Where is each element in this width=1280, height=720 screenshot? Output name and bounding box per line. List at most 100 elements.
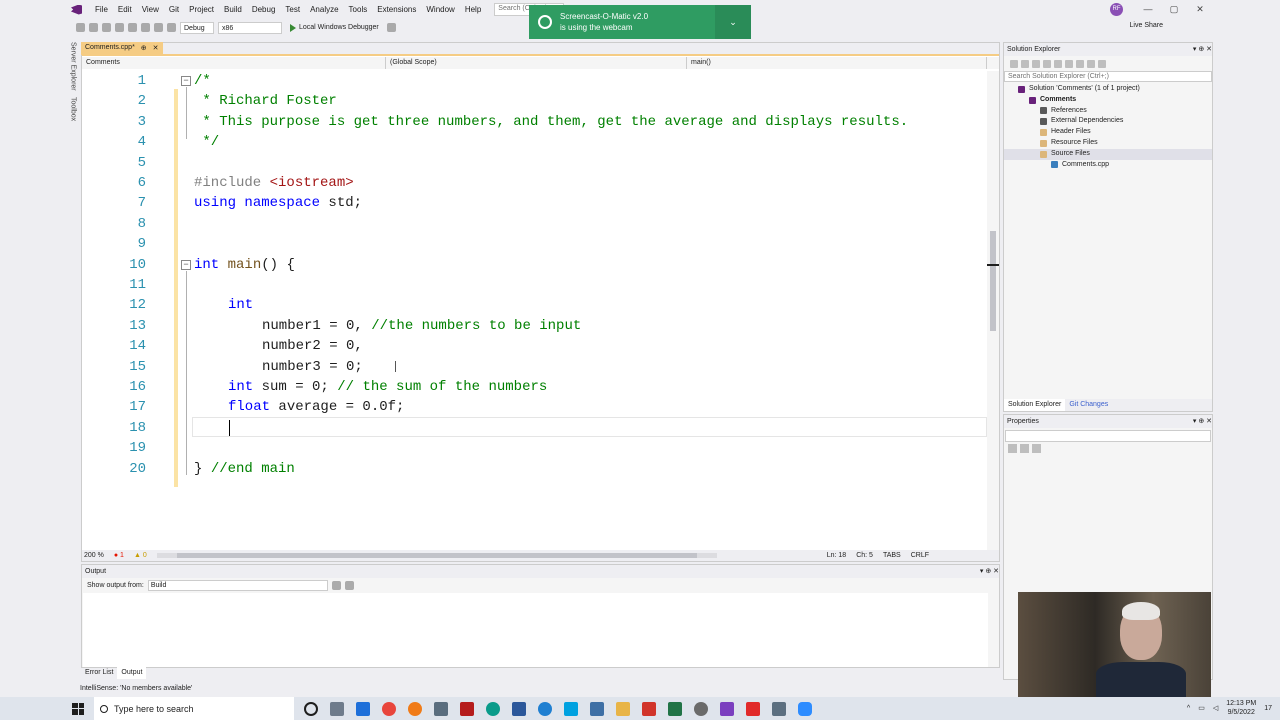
- pin-icon[interactable]: ⊕: [141, 44, 147, 53]
- categorized-icon[interactable]: [1008, 444, 1017, 453]
- editor-vertical-scrollbar[interactable]: [987, 71, 999, 551]
- menu-edit[interactable]: Edit: [113, 0, 137, 19]
- snipping-tool-icon[interactable]: [434, 701, 448, 716]
- tree-item[interactable]: Source Files: [1004, 148, 1212, 160]
- property-pages-icon[interactable]: [1032, 444, 1041, 453]
- calculator-icon[interactable]: [772, 701, 786, 716]
- menu-analyze[interactable]: Analyze: [305, 0, 343, 19]
- switch-views-icon[interactable]: [1043, 59, 1051, 68]
- maximize-button[interactable]: ▢: [1161, 0, 1187, 19]
- home-icon[interactable]: [1032, 59, 1040, 68]
- sync-icon[interactable]: [1054, 59, 1062, 68]
- properties-icon[interactable]: [1087, 59, 1095, 68]
- clock[interactable]: 12:13 PM 9/5/2022: [1226, 699, 1256, 717]
- store-icon[interactable]: [564, 701, 578, 716]
- live-share-button[interactable]: Live Share: [1130, 22, 1163, 29]
- cortana-icon[interactable]: [304, 701, 318, 716]
- acrobat-icon[interactable]: [746, 701, 760, 716]
- menu-window[interactable]: Window: [421, 0, 459, 19]
- menu-file[interactable]: File: [90, 0, 113, 19]
- expand-notification-button[interactable]: ⌄: [715, 5, 751, 39]
- panel-controls[interactable]: ▾ ⊕ ✕: [1193, 415, 1212, 428]
- tree-item[interactable]: References: [1004, 106, 1212, 117]
- user-avatar[interactable]: RF: [1110, 3, 1123, 16]
- forward-icon[interactable]: [1021, 59, 1029, 68]
- tab-solution-explorer[interactable]: Solution Explorer: [1004, 399, 1066, 411]
- excel-icon[interactable]: [668, 701, 682, 716]
- forward-icon[interactable]: [89, 23, 98, 32]
- chrome-icon[interactable]: [382, 701, 396, 716]
- zoom-icon[interactable]: [798, 701, 812, 716]
- back-icon[interactable]: [1010, 59, 1018, 68]
- network-icon[interactable]: ▭: [1198, 704, 1205, 712]
- menu-help[interactable]: Help: [460, 0, 486, 19]
- camera-icon[interactable]: [386, 23, 396, 32]
- properties-object-dropdown[interactable]: [1005, 430, 1211, 442]
- taskbar-search[interactable]: Type here to search: [94, 697, 294, 720]
- menu-view[interactable]: View: [137, 0, 164, 19]
- dreamweaver-icon[interactable]: [460, 701, 474, 716]
- warning-count-badge[interactable]: ▲ 0: [134, 552, 147, 559]
- vs-code-icon[interactable]: [590, 701, 604, 716]
- close-tab-icon[interactable]: ✕: [153, 44, 159, 53]
- menu-tools[interactable]: Tools: [344, 0, 373, 19]
- menu-test[interactable]: Test: [280, 0, 305, 19]
- solution-search-input[interactable]: Search Solution Explorer (Ctrl+;): [1004, 71, 1212, 82]
- menu-project[interactable]: Project: [184, 0, 219, 19]
- scrollbar-thumb[interactable]: [990, 231, 996, 331]
- configuration-select[interactable]: Debug: [180, 21, 214, 34]
- back-icon[interactable]: [76, 23, 85, 32]
- volume-icon[interactable]: ◁: [1213, 704, 1218, 712]
- collapse-comment-icon[interactable]: −: [181, 76, 191, 86]
- start-button-icon[interactable]: [72, 702, 84, 715]
- document-tab-comments-cpp[interactable]: Comments.cpp* ⊕ ✕: [81, 42, 163, 55]
- ie-icon[interactable]: [538, 701, 552, 716]
- zoom-level[interactable]: 200 %: [84, 552, 104, 559]
- editor-horizontal-scrollbar[interactable]: [156, 553, 717, 558]
- save-all-icon[interactable]: [141, 23, 150, 32]
- undo-icon[interactable]: [154, 23, 163, 32]
- open-file-icon[interactable]: [115, 23, 124, 32]
- collapse-main-icon[interactable]: −: [181, 260, 191, 270]
- tab-git-changes[interactable]: Git Changes: [1065, 399, 1112, 411]
- show-all-files-icon[interactable]: [1076, 59, 1084, 68]
- member-dropdown[interactable]: main(): [687, 57, 987, 69]
- tree-item[interactable]: Header Files: [1004, 127, 1212, 138]
- scope-dropdown[interactable]: (Global Scope): [386, 57, 687, 69]
- toolbox-tab[interactable]: Toolbox: [70, 97, 77, 121]
- server-explorer-tab[interactable]: Server Explorer: [70, 42, 77, 91]
- line-ending-indicator[interactable]: CRLF: [911, 552, 929, 559]
- project-dropdown[interactable]: Comments: [82, 57, 386, 69]
- output-text-area[interactable]: [83, 593, 988, 667]
- tabs-indicator[interactable]: TABS: [883, 552, 901, 559]
- tree-item[interactable]: Resource Files: [1004, 138, 1212, 149]
- visual-studio-icon[interactable]: [720, 701, 734, 716]
- tree-item[interactable]: Solution 'Comments' (1 of 1 project): [1004, 84, 1212, 95]
- tab-output[interactable]: Output: [117, 667, 147, 679]
- start-debugging-button[interactable]: Local Windows Debugger: [286, 23, 383, 32]
- tab-error-list[interactable]: Error List: [81, 667, 117, 679]
- code-area[interactable]: 1 2 3 4 5 6 7 8 9 10 11 12 13 14 15 16 1…: [82, 71, 987, 551]
- alphabetical-icon[interactable]: [1020, 444, 1029, 453]
- edge-icon[interactable]: [486, 701, 500, 716]
- error-count-badge[interactable]: ● 1: [114, 552, 124, 559]
- collapse-all-icon[interactable]: [1065, 59, 1073, 68]
- menu-extensions[interactable]: Extensions: [372, 0, 421, 19]
- notification-center-icon[interactable]: 17: [1264, 705, 1272, 712]
- minimize-button[interactable]: —: [1135, 0, 1161, 19]
- menu-git[interactable]: Git: [164, 0, 184, 19]
- output-source-select[interactable]: Build: [147, 579, 328, 591]
- new-project-icon[interactable]: [102, 23, 111, 32]
- settings-icon[interactable]: [694, 701, 708, 716]
- tree-item[interactable]: Comments: [1004, 95, 1212, 106]
- firefox-icon[interactable]: [408, 701, 422, 716]
- tray-overflow-icon[interactable]: ^: [1187, 705, 1190, 712]
- mail-icon[interactable]: [356, 701, 370, 716]
- platform-select[interactable]: x86: [218, 21, 282, 34]
- panel-controls[interactable]: ▾ ⊕ ✕: [980, 565, 999, 578]
- redo-icon[interactable]: [167, 23, 176, 32]
- menu-debug[interactable]: Debug: [247, 0, 281, 19]
- clear-output-icon[interactable]: [331, 580, 341, 590]
- menu-build[interactable]: Build: [219, 0, 247, 19]
- close-window-button[interactable]: ✕: [1187, 0, 1213, 19]
